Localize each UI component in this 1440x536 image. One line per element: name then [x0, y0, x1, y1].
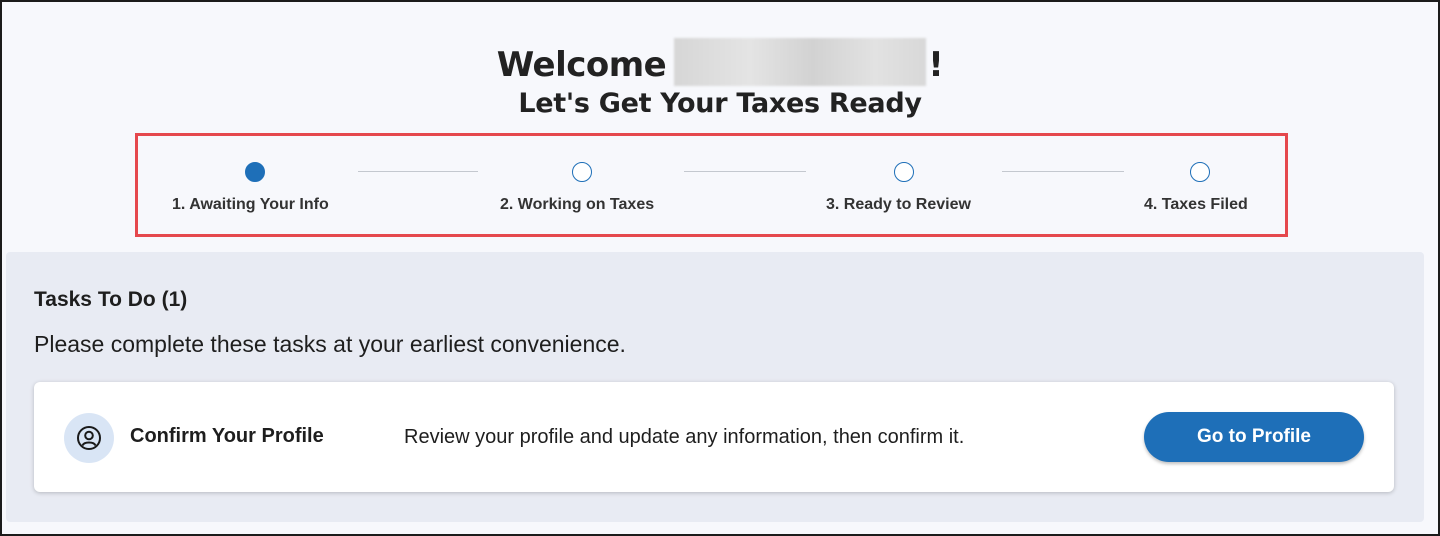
- step-indicator: [894, 162, 914, 182]
- task-name: Confirm Your Profile: [130, 425, 324, 447]
- user-circle-icon: [64, 413, 114, 463]
- welcome-heading: Welcome!: [2, 38, 1438, 86]
- welcome-prefix: Welcome: [496, 45, 667, 85]
- page-frame: Welcome! Let's Get Your Taxes Ready 1. A…: [0, 0, 1440, 536]
- step-indicator: [1190, 162, 1210, 182]
- step-indicator: [572, 162, 592, 182]
- step-label: 1. Awaiting Your Info: [172, 196, 329, 213]
- tasks-title: Tasks To Do (1): [34, 288, 188, 311]
- step-label: 4. Taxes Filed: [1144, 196, 1248, 213]
- welcome-suffix: !: [928, 45, 944, 85]
- progress-stepper: 1. Awaiting Your Info 2. Working on Taxe…: [135, 133, 1288, 237]
- tasks-description: Please complete these tasks at your earl…: [34, 331, 626, 357]
- task-text: Review your profile and update any infor…: [404, 426, 965, 448]
- step-connector: [1002, 171, 1124, 172]
- step-connector: [684, 171, 806, 172]
- go-to-profile-button[interactable]: Go to Profile: [1144, 412, 1364, 462]
- page-subtitle: Let's Get Your Taxes Ready: [518, 88, 922, 119]
- step-label: 2. Working on Taxes: [500, 196, 655, 213]
- step-connector: [358, 171, 478, 172]
- step-label: 3. Ready to Review: [826, 196, 971, 213]
- task-card: Confirm Your Profile Review your profile…: [34, 382, 1394, 492]
- redacted-user-name: [674, 38, 927, 86]
- tasks-panel: Tasks To Do (1) Please complete these ta…: [6, 252, 1424, 522]
- step-indicator-active: [245, 162, 265, 182]
